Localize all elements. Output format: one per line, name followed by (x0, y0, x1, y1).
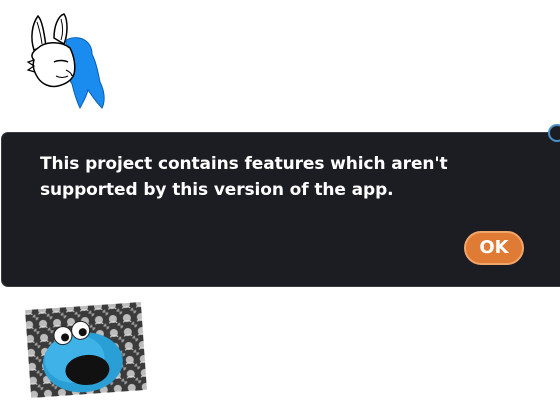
dialog-message: This project contains features which are… (40, 154, 448, 200)
cookie-monster-photo-sprite (25, 302, 147, 398)
project-stage: This project contains features which are… (0, 0, 560, 420)
unsupported-features-dialog: This project contains features which are… (2, 133, 560, 286)
ok-button[interactable]: OK (464, 231, 524, 265)
fox-character-sprite (26, 13, 105, 110)
dialog-corner-indicator-icon (548, 124, 560, 142)
